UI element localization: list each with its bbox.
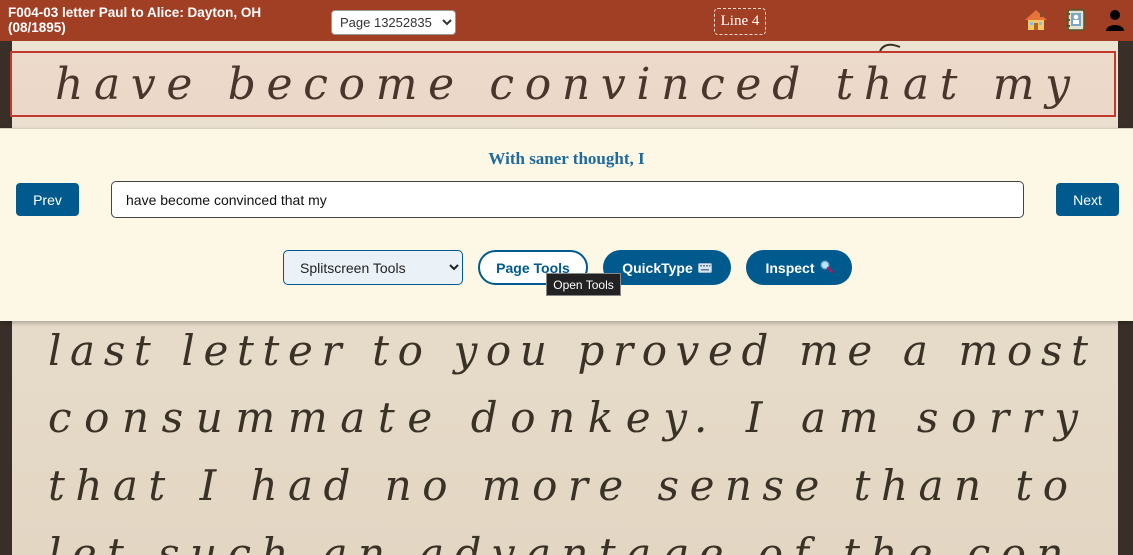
inspect-label: Inspect <box>765 259 815 276</box>
user-icon[interactable] <box>1103 8 1127 32</box>
keyboard-icon <box>697 260 712 276</box>
contacts-book-icon[interactable] <box>1064 8 1088 32</box>
handwriting-line-7: that I had no more sense than to <box>48 461 1068 510</box>
magnifier-icon <box>820 260 833 276</box>
handwriting-line-8: let such an advantage of the con- <box>48 529 1088 555</box>
handwriting-line-5: last letter to you proved me a most <box>48 326 1088 375</box>
open-tools-tooltip: Open Tools <box>546 273 621 296</box>
page-select[interactable]: Page 13252835 <box>331 10 456 35</box>
home-icon[interactable] <box>1024 8 1048 32</box>
splitscreen-tools-select[interactable]: Splitscreen Tools <box>283 250 463 285</box>
active-line-highlight[interactable] <box>10 51 1116 117</box>
transcription-panel: With saner thought, I Prev Next Splitscr… <box>0 128 1133 321</box>
quicktype-label: QuickType <box>622 259 693 276</box>
prev-button[interactable]: Prev <box>16 183 79 216</box>
top-bar: F004-03 letter Paul to Alice: Dayton, OH… <box>0 0 1133 41</box>
handwriting-lower-lines: last letter to you proved me a most cons… <box>48 326 1088 555</box>
line-indicator[interactable]: Line 4 <box>714 8 766 35</box>
document-title: F004-03 letter Paul to Alice: Dayton, OH… <box>8 5 262 35</box>
transcription-input[interactable] <box>111 181 1024 218</box>
next-button[interactable]: Next <box>1056 183 1119 216</box>
previous-line-text: With saner thought, I <box>488 149 645 168</box>
handwriting-line-6: consummate donkey. I am sorry <box>48 393 1079 442</box>
quicktype-button[interactable]: QuickType <box>603 250 731 285</box>
inspect-button[interactable]: Inspect <box>746 250 852 285</box>
